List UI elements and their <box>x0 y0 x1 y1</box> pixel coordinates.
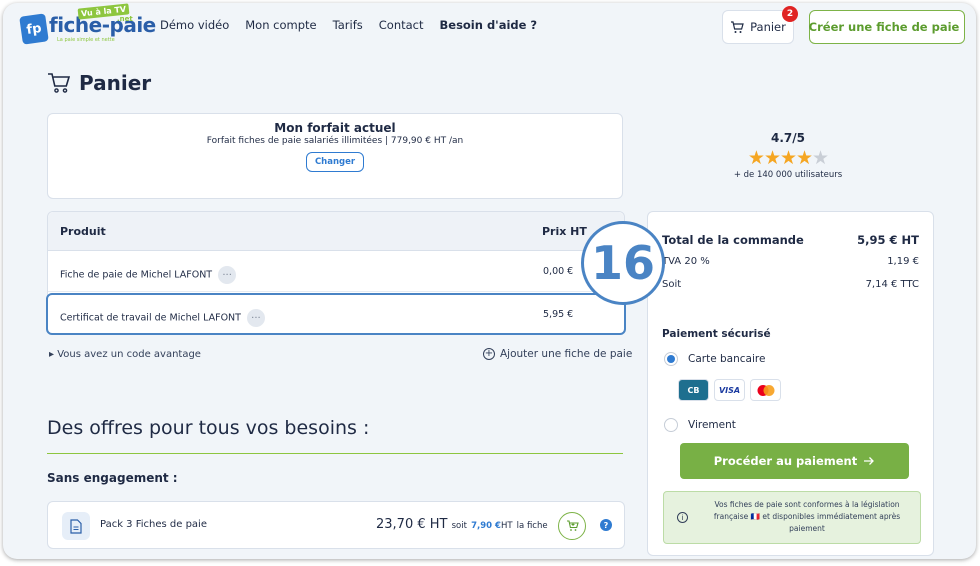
app-frame: fp fiche-paie Vu à la TV .net La paie si… <box>3 3 976 559</box>
legal-notice: i Vos fiches de paie sont conformes à la… <box>663 491 921 544</box>
total-label: Total de la commande <box>662 233 804 247</box>
radio-transfer[interactable] <box>664 418 678 432</box>
current-plan-card: Mon forfait actuel Forfait fiches de pai… <box>47 113 623 199</box>
cart-table: Produit Prix HT Fiche de paie de Michel … <box>46 211 626 335</box>
row-price: 5,95 € <box>543 309 574 320</box>
tva-value: 1,19 € <box>887 256 919 267</box>
change-plan-button[interactable]: Changer <box>305 152 365 172</box>
pack-unit-suffix: HT <box>500 521 513 531</box>
pack-unit-price: 7,90 € <box>471 521 501 531</box>
rating-score: 4.7/5 <box>771 131 805 145</box>
payment-transfer-label: Virement <box>688 419 736 431</box>
logo-fp-icon: fp <box>19 13 49 45</box>
pack-per: la fiche <box>516 521 548 531</box>
row-price: 0,00 € <box>543 266 574 277</box>
cart-button[interactable]: Panier 2 <box>722 6 798 44</box>
proceed-payment-label: Procéder au paiement <box>713 454 858 468</box>
table-header: Produit Prix HT <box>48 212 624 251</box>
cart-count-badge: 2 <box>782 6 798 22</box>
star-half-icon: ★ <box>812 147 829 169</box>
table-row: Fiche de paie de Michel LAFONT ··· 0,00 € <box>48 252 624 292</box>
cb-card-icon: CB <box>678 379 709 401</box>
add-payslip-label: Ajouter une fiche de paie <box>500 348 633 360</box>
secure-payment-title: Paiement sécurisé <box>662 328 771 340</box>
ttc-value: 7,14 € TTC <box>865 279 919 290</box>
document-icon <box>62 512 90 540</box>
tva-label: TVA 20 % <box>662 256 710 267</box>
help-icon[interactable]: ? <box>600 519 612 531</box>
col-price: Prix HT <box>542 225 587 238</box>
offers-subtitle: Sans engagement : <box>47 471 178 485</box>
advantage-code-label: Vous avez un code avantage <box>57 349 201 360</box>
row-product-name: Certificat de travail de Michel LAFONT ··… <box>60 309 265 327</box>
pack-name: Pack 3 Fiches de paie <box>100 519 207 530</box>
total-value: 5,95 € HT <box>857 233 919 247</box>
pack-total-price: 23,70 € HT <box>376 517 448 532</box>
plus-circle-icon: + <box>483 348 495 360</box>
table-row-highlighted: Certificat de travail de Michel LAFONT ··… <box>46 293 626 335</box>
main-nav: Démo vidéo Mon compte Tarifs Contact Bes… <box>160 18 537 32</box>
plan-description: Forfait fiches de paie salariés illimité… <box>206 136 464 146</box>
payment-option-transfer[interactable]: Virement <box>664 418 736 432</box>
plan-title: Mon forfait actuel <box>274 121 396 135</box>
add-to-cart-button[interactable] <box>558 512 586 540</box>
payment-card-label: Carte bancaire <box>688 353 766 365</box>
rating-stars: ★★★★★ <box>703 147 873 169</box>
star-icon: ★★★★ <box>747 147 813 169</box>
radio-card[interactable] <box>664 352 678 366</box>
offer-pack-row: Pack 3 Fiches de paie 23,70 € HT soit 7,… <box>47 501 625 549</box>
row-product-name: Fiche de paie de Michel LAFONT ··· <box>60 266 237 284</box>
rating-block: 4.7/5 ★★★★★ + de 140 000 utilisateurs <box>703 131 873 180</box>
nav-help[interactable]: Besoin d'aide ? <box>440 18 538 32</box>
cart-icon <box>48 73 71 93</box>
nav-account[interactable]: Mon compte <box>245 18 316 32</box>
logo-net: .net <box>117 15 133 23</box>
nav-demo[interactable]: Démo vidéo <box>160 18 229 32</box>
step-number-badge: 16 <box>581 221 665 305</box>
offers-divider <box>47 453 623 454</box>
mastercard-icon <box>750 379 781 401</box>
add-payslip-link[interactable]: + Ajouter une fiche de paie <box>483 348 632 360</box>
nav-contact[interactable]: Contact <box>379 18 424 32</box>
cart-icon <box>731 20 744 33</box>
cart-label: Panier <box>750 20 786 34</box>
rating-users: + de 140 000 utilisateurs <box>733 170 843 180</box>
caret-right-icon: ▸ <box>49 349 55 360</box>
logo-tagline: La paie simple et nette <box>57 37 115 43</box>
row-product-text: Fiche de paie de Michel LAFONT <box>60 269 213 281</box>
visa-card-icon: VISA <box>714 379 745 401</box>
create-payslip-button[interactable]: Créer une fiche de paie <box>809 10 965 44</box>
cart-icon <box>566 520 579 531</box>
pack-soit: soit <box>451 521 467 531</box>
col-product: Produit <box>60 225 106 238</box>
payment-option-card[interactable]: Carte bancaire <box>664 352 765 366</box>
arrow-right-icon <box>864 457 875 465</box>
page-title: Panier <box>47 71 151 95</box>
pack-price: 23,70 € HT soit 7,90 €HT la fiche <box>376 517 548 532</box>
advantage-code-toggle[interactable]: ▸ Vous avez un code avantage <box>49 349 201 360</box>
card-logos: CB VISA <box>678 379 781 401</box>
row-product-text: Certificat de travail de Michel LAFONT <box>60 312 241 324</box>
offers-title: Des offres pour tous vos besoins : <box>47 417 370 439</box>
create-payslip-label: Créer une fiche de paie <box>808 20 960 34</box>
more-options-icon[interactable]: ··· <box>246 309 265 327</box>
info-icon: i <box>677 512 688 523</box>
order-summary: Total de la commande 5,95 € HT TVA 20 % … <box>647 211 934 556</box>
proceed-payment-button[interactable]: Procéder au paiement <box>680 443 909 479</box>
logo[interactable]: fp fiche-paie Vu à la TV .net La paie si… <box>19 3 156 49</box>
legal-text: Vos fiches de paie sont conformes à la l… <box>713 500 901 533</box>
more-options-icon[interactable]: ··· <box>218 266 237 284</box>
ttc-label: Soit <box>662 279 682 290</box>
nav-pricing[interactable]: Tarifs <box>333 18 363 32</box>
page-title-text: Panier <box>79 71 152 95</box>
